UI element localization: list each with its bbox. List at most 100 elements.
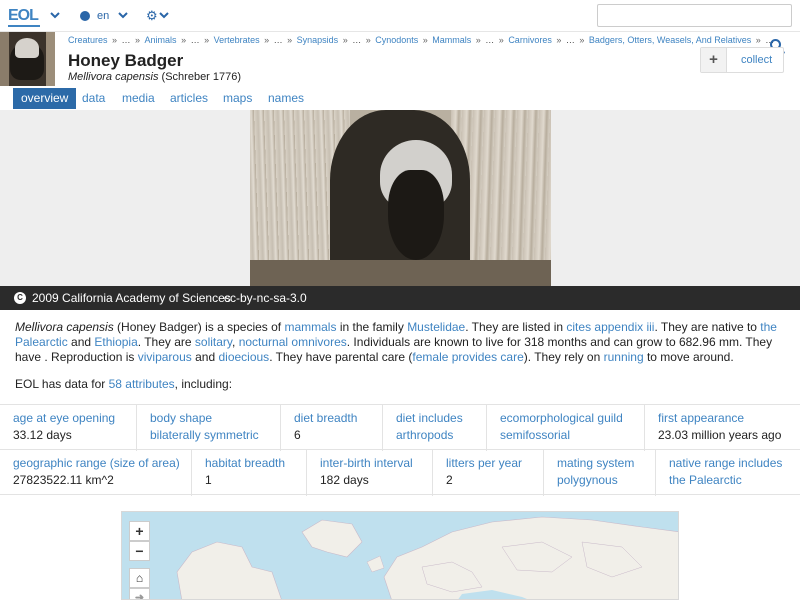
summary-link[interactable]: running — [604, 350, 644, 364]
breadcrumb-ellipsis[interactable]: … — [566, 35, 575, 45]
attribute-value: arthropods — [396, 428, 454, 442]
attribute-cell[interactable]: litters per year 2 — [433, 450, 544, 496]
language-selector[interactable]: en — [97, 10, 109, 22]
attribute-value: 182 days — [320, 473, 369, 487]
range-map[interactable]: + − ⌂ ➜ — [121, 511, 679, 600]
attribute-key: diet includes — [396, 411, 463, 425]
summary-link[interactable]: mammals — [284, 320, 336, 334]
page-title: Honey Badger — [68, 51, 184, 70]
scientific-name: Mellivora capensis (Schreber 1776) — [68, 71, 241, 83]
tab-data[interactable]: data — [74, 88, 113, 109]
summary-sci-name: Mellivora capensis — [15, 320, 114, 334]
breadcrumb-ellipsis[interactable]: … — [352, 35, 361, 45]
breadcrumb-item[interactable]: Creatures — [68, 35, 108, 45]
chevron-down-icon[interactable] — [50, 10, 60, 20]
collect-label: collect — [741, 54, 773, 66]
species-summary: Mellivora capensis (Honey Badger) is a s… — [15, 320, 790, 365]
tab-names[interactable]: names — [260, 88, 312, 109]
breadcrumb: Creatures » … » Animals » … » Vertebrate… — [68, 35, 775, 45]
attributes-link[interactable]: 58 attributes — [109, 377, 175, 391]
attribute-value: bilaterally symmetric — [150, 428, 259, 442]
tab-media[interactable]: media — [114, 88, 163, 109]
summary-text: (Honey Badger) is a species of — [113, 320, 285, 334]
search-input[interactable] — [597, 4, 792, 27]
data-count-prefix: EOL has data for — [15, 377, 109, 391]
summary-text: to move around. — [643, 350, 734, 364]
zoom-out-button[interactable]: − — [129, 541, 150, 561]
breadcrumb-item[interactable]: Synapsids — [297, 35, 339, 45]
map-tiles — [176, 516, 678, 599]
zoom-in-button[interactable]: + — [129, 521, 150, 541]
summary-link[interactable]: Ethiopia — [94, 335, 137, 349]
plus-icon: + — [701, 48, 727, 72]
summary-link[interactable]: dioecious — [218, 350, 269, 364]
top-bar: EOL en ⚙ — [0, 0, 800, 32]
summary-link[interactable]: solitary — [195, 335, 232, 349]
tab-overview[interactable]: overview — [13, 88, 77, 109]
attribute-cell[interactable]: first appearance 23.03 million years ago — [645, 405, 800, 451]
breadcrumb-ellipsis[interactable]: … — [191, 35, 200, 45]
attribute-key: habitat breadth — [205, 456, 286, 470]
breadcrumb-item[interactable]: Vertebrates — [214, 35, 260, 45]
attribute-value: the Palearctic — [669, 473, 742, 487]
summary-link[interactable]: female provides care — [412, 350, 523, 364]
attribute-cell[interactable]: diet includes arthropods — [383, 405, 487, 451]
summary-link[interactable]: nocturnal omnivores — [239, 335, 347, 349]
data-count-suffix: , including: — [174, 377, 233, 391]
attribute-cell[interactable]: inter-birth interval 182 days — [307, 450, 433, 496]
breadcrumb-item[interactable]: Mammals — [432, 35, 471, 45]
attribute-cell[interactable]: body shape bilaterally symmetric — [137, 405, 281, 451]
attribute-key: litters per year — [446, 456, 523, 470]
attribute-cell[interactable]: native range includes the Palearctic — [656, 450, 800, 496]
eol-logo[interactable]: EOL — [8, 7, 39, 25]
grid-divider — [0, 494, 800, 495]
next-arrow-icon[interactable]: ➜ — [129, 588, 150, 599]
breadcrumb-ellipsis[interactable]: … — [485, 35, 494, 45]
attribute-value: 23.03 million years ago — [658, 428, 782, 442]
home-icon[interactable]: ⌂ — [129, 568, 150, 588]
summary-link[interactable]: viviparous — [138, 350, 192, 364]
chevron-down-icon[interactable] — [118, 10, 128, 20]
image-owner: 2009 California Academy of Sciences — [32, 291, 231, 305]
chevron-down-icon[interactable] — [159, 10, 169, 20]
tab-articles[interactable]: articles — [162, 88, 216, 109]
breadcrumb-ellipsis[interactable]: … — [274, 35, 283, 45]
attribute-key: diet breadth — [294, 411, 358, 425]
attribute-row: age at eye opening 33.12 days body shape… — [0, 404, 800, 451]
gear-icon[interactable]: ⚙ — [146, 9, 158, 22]
attribute-row: geographic range (size of area) 27823522… — [0, 449, 800, 496]
image-caption: C 2009 California Academy of Sciences cc… — [0, 286, 800, 310]
attribute-cell[interactable]: ecomorphological guild semifossorial — [487, 405, 645, 451]
attribute-cell[interactable]: diet breadth 6 — [281, 405, 383, 451]
attribute-key: first appearance — [658, 411, 745, 425]
attribute-cell[interactable]: age at eye opening 33.12 days — [0, 405, 137, 451]
tab-maps[interactable]: maps — [215, 88, 260, 109]
summary-text: . They are native to — [654, 320, 761, 334]
summary-text: . They have parental care ( — [269, 350, 413, 364]
collect-button[interactable]: + collect — [700, 47, 784, 73]
attribute-value: 1 — [205, 473, 212, 487]
globe-icon[interactable] — [80, 11, 90, 21]
attribute-value: 33.12 days — [13, 428, 72, 442]
attribute-key: body shape — [150, 411, 213, 425]
summary-link[interactable]: Mustelidae — [407, 320, 465, 334]
attribute-cell[interactable]: geographic range (size of area) 27823522… — [0, 450, 192, 496]
hero-banner: C 2009 California Academy of Sciences cc… — [0, 110, 800, 310]
attribute-key: age at eye opening — [13, 411, 116, 425]
breadcrumb-item[interactable]: Cynodonts — [375, 35, 418, 45]
breadcrumb-item[interactable]: Carnivores — [508, 35, 552, 45]
attribute-cell[interactable]: mating system polygynous — [544, 450, 656, 496]
summary-text: and — [191, 350, 219, 364]
summary-text: . They are — [137, 335, 195, 349]
breadcrumb-item[interactable]: Badgers, Otters, Weasels, And Relatives — [589, 35, 751, 45]
summary-link[interactable]: cites appendix iii — [566, 320, 654, 334]
hero-image[interactable] — [250, 110, 551, 286]
attribute-value: polygynous — [557, 473, 618, 487]
attribute-cell[interactable]: habitat breadth 1 — [192, 450, 307, 496]
breadcrumb-ellipsis[interactable]: … — [122, 35, 131, 45]
taxon-thumbnail[interactable] — [0, 32, 55, 86]
attribute-value: semifossorial — [500, 428, 571, 442]
breadcrumb-item[interactable]: Animals — [145, 35, 177, 45]
image-license[interactable]: cc-by-nc-sa-3.0 — [224, 291, 307, 305]
summary-text: ). They rely on — [523, 350, 604, 364]
